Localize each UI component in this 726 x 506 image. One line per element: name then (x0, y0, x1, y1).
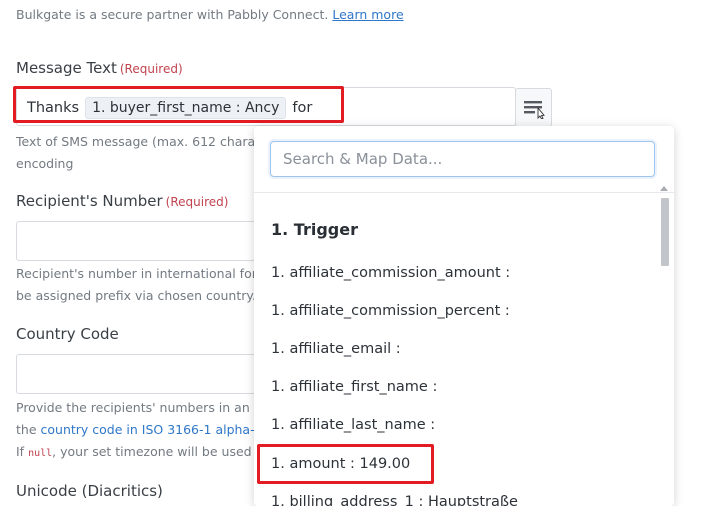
unicode-label: Unicode (Diacritics) (16, 482, 163, 500)
country-code-label: Country Code (16, 325, 119, 343)
dropdown-item[interactable]: 1. affiliate_first_name : (271, 379, 437, 395)
message-help-line2: encoding (16, 156, 74, 171)
country-help-the: the (16, 422, 37, 437)
iso-country-code-link[interactable]: country code in ISO 3166-1 alpha-2 fo (41, 422, 279, 437)
country-help-post: , your set timezone will be used to f (52, 444, 277, 459)
search-map-data-input[interactable] (270, 141, 655, 177)
required-marker: (Required) (119, 62, 183, 76)
highlight-box-amount (257, 444, 434, 484)
intro-text: Bulkgate is a secure partner with Pabbly… (16, 7, 404, 22)
country-help-line2: the country code in ISO 3166-1 alpha-2 f… (16, 419, 283, 441)
recipient-help-line1: Recipient's number in international form… (16, 266, 282, 281)
dropdown-item[interactable]: 1. affiliate_email : (271, 341, 401, 357)
message-help: Text of SMS message (max. 612 characters… (16, 131, 286, 175)
recipient-help: Recipient's number in international form… (16, 263, 281, 307)
message-text-label-row: Message Text (Required) (16, 58, 183, 77)
country-help-line1: Provide the recipients' numbers in an in… (16, 400, 283, 415)
intro-description: Bulkgate is a secure partner with Pabbly… (16, 7, 329, 22)
message-text-label: Message Text (16, 59, 117, 77)
dropdown-item[interactable]: 1. affiliate_last_name : (271, 417, 435, 433)
country-help-line3: If null, your set timezone will be used … (16, 441, 283, 465)
required-marker: (Required) (165, 195, 229, 209)
dropdown-scrollbar-thumb[interactable] (661, 198, 669, 266)
country-help-if: If (16, 444, 25, 459)
null-code: null (28, 448, 53, 459)
map-data-button[interactable] (515, 88, 552, 127)
recipient-label: Recipient's Number (16, 192, 163, 210)
dropdown-divider (254, 192, 674, 193)
dropdown-item[interactable]: 1. affiliate_commission_percent : (271, 303, 510, 319)
dropdown-item[interactable]: 1. billing_address_1 : Hauptstraße (271, 494, 518, 506)
recipient-help-line2: be assigned prefix via chosen country. (16, 288, 256, 303)
learn-more-link[interactable]: Learn more (332, 7, 403, 22)
list-menu-icon (523, 100, 545, 119)
group-heading-trigger: 1. Trigger (271, 220, 358, 239)
highlight-box-message (13, 86, 344, 123)
scroll-up-arrow-icon[interactable] (660, 186, 668, 191)
country-code-help: Provide the recipients' numbers in an in… (16, 397, 283, 465)
recipient-label-row: Recipient's Number (Required) (16, 191, 228, 210)
message-help-line1: Text of SMS message (max. 612 characters (16, 134, 287, 149)
dropdown-item[interactable]: 1. affiliate_commission_amount : (271, 265, 510, 281)
